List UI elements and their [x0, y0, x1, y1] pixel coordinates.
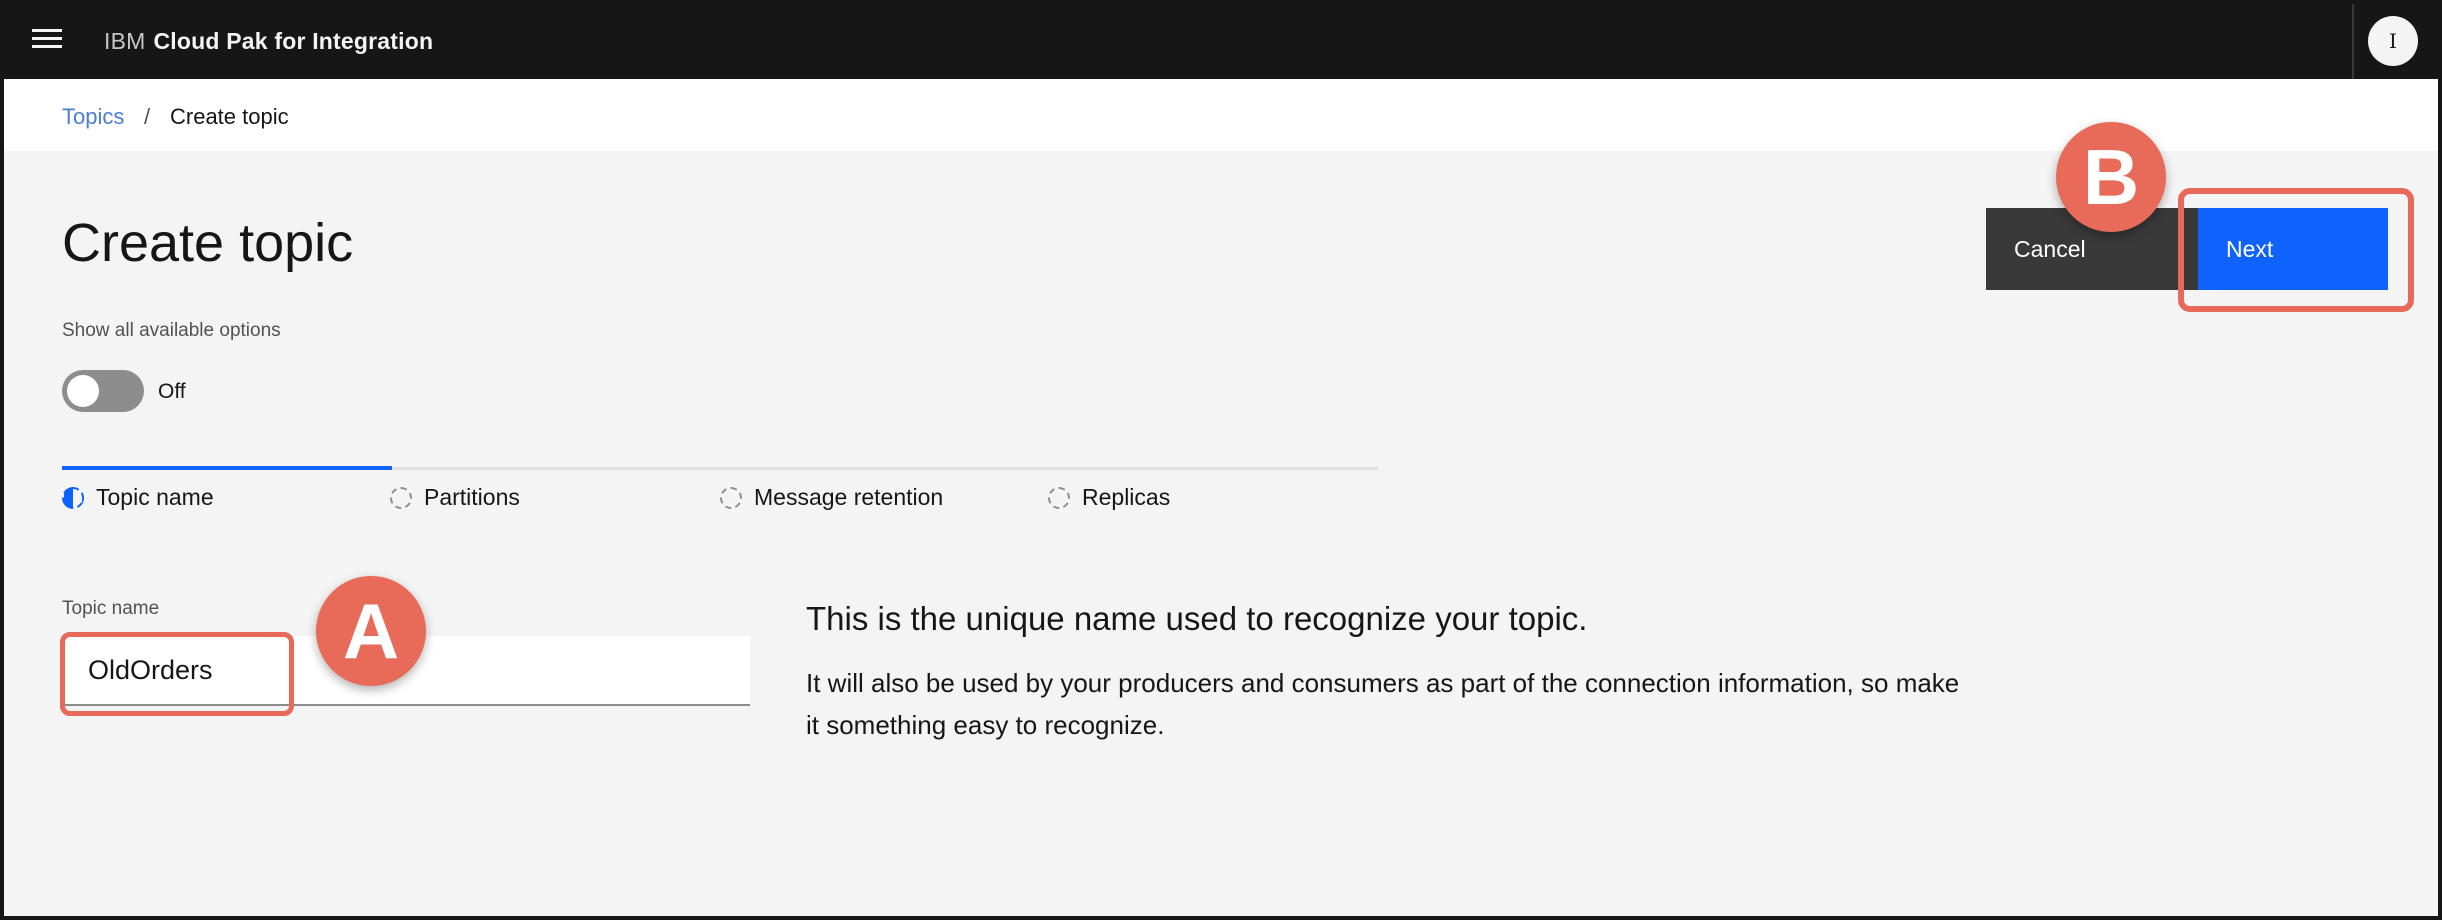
annotation-badge-a: A: [316, 576, 426, 686]
progress-fill: [62, 466, 392, 470]
step-label: Partitions: [424, 484, 520, 510]
page-title: Create topic: [62, 213, 354, 273]
step-incomplete-icon: [390, 487, 412, 509]
step-current-icon: [62, 487, 84, 509]
breadcrumb-topics-link[interactable]: Topics: [62, 104, 124, 130]
step-label: Message retention: [754, 484, 944, 510]
user-avatar[interactable]: I: [2368, 16, 2418, 66]
step-incomplete-icon: [720, 487, 742, 509]
help-heading: This is the unique name used to recogniz…: [806, 600, 1588, 637]
brand-product-name: Cloud Pak for Integration: [153, 28, 434, 54]
toggle-knob: [67, 375, 99, 407]
hamburger-menu-icon[interactable]: [32, 29, 62, 55]
brand-prefix: IBM: [104, 28, 146, 54]
annotation-badge-b: B: [2056, 122, 2166, 232]
help-body: It will also be used by your producers a…: [806, 668, 1960, 740]
step-incomplete-icon: [1048, 487, 1070, 509]
next-button[interactable]: Next: [2198, 208, 2388, 290]
header-divider: [2352, 4, 2354, 79]
show-options-label: Show all available options: [62, 320, 281, 341]
step-partitions[interactable]: Partitions: [390, 484, 520, 511]
breadcrumb-separator: /: [144, 104, 151, 129]
show-options-toggle[interactable]: [62, 370, 144, 412]
top-header-bar: IBM Cloud Pak for Integration I: [4, 4, 2438, 79]
step-topic-name[interactable]: Topic name: [62, 484, 214, 511]
step-label: Topic name: [96, 484, 214, 510]
breadcrumb-current: Create topic: [170, 104, 289, 129]
topic-name-label: Topic name: [62, 598, 160, 619]
toggle-state-text: Off: [158, 380, 186, 403]
product-brand: IBM Cloud Pak for Integration: [104, 28, 433, 55]
app-window: IBM Cloud Pak for Integration I Topics / …: [0, 0, 2442, 920]
step-label: Replicas: [1082, 484, 1171, 510]
step-replicas[interactable]: Replicas: [1048, 484, 1170, 511]
step-message-retention[interactable]: Message retention: [720, 484, 943, 511]
